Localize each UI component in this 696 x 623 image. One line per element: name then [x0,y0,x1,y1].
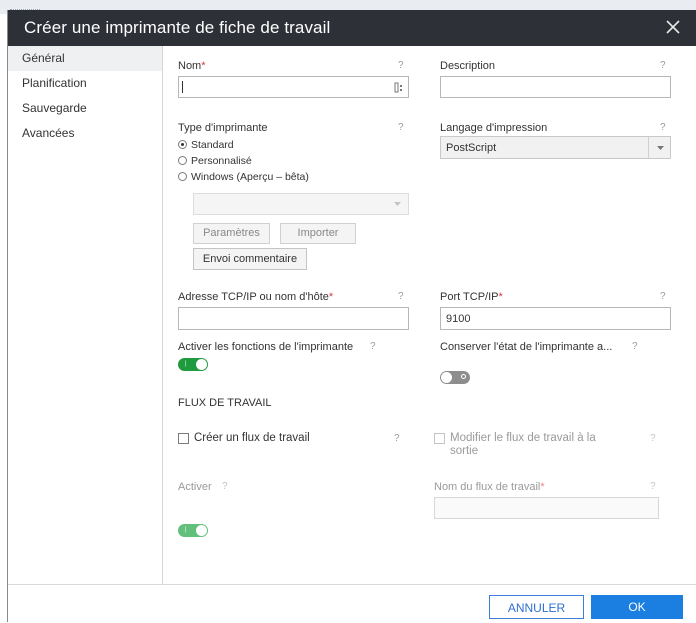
sidebar-item-planification[interactable]: Planification [8,71,162,96]
nom-label: Nom* [178,60,206,72]
dialog-footer: ANNULER OK [8,584,696,623]
help-icon[interactable]: ? [660,60,666,71]
print-language-label: Langage d'impression [440,122,548,134]
modify-workflow-label: Modifier le flux de travail à la sortie [450,432,596,457]
port-label-text: Port TCP/IP [440,291,499,303]
radio-windows-circle[interactable] [178,172,187,181]
port-input[interactable]: 9100 [440,307,671,330]
nom-label-text: Nom [178,60,202,72]
form-content: Nom* ? Description ? Type d'imprimante ?… [163,46,696,584]
activate-workflow-label: Activer [178,481,212,493]
ok-button[interactable]: OK [591,595,683,619]
required-mark: * [201,60,206,72]
help-icon[interactable]: ? [660,122,666,133]
enable-functions-toggle[interactable]: | [178,358,208,371]
modify-workflow-label-line1: Modifier le flux de travail à la [450,432,596,444]
dialog-header: Créer une imprimante de fiche de travail [8,10,696,46]
required-mark: * [540,481,545,493]
enable-functions-label: Activer les fonctions de l'imprimante [178,341,354,353]
help-icon[interactable]: ? [398,122,404,133]
help-icon[interactable]: ? [398,60,404,71]
radio-personnalise-circle[interactable] [178,156,187,165]
radio-standard[interactable]: Standard [178,138,234,151]
help-icon[interactable]: ? [632,341,638,352]
help-icon[interactable]: ? [394,433,400,444]
chevron-down-icon [394,202,401,206]
radio-personnalise[interactable]: Personnalisé [178,154,252,167]
sidebar: Général Planification Sauvegarde Avancée… [8,46,163,584]
help-icon: ? [222,481,228,492]
create-printer-dialog: Créer une imprimante de fiche de travail… [8,10,696,623]
keep-state-label: Conserver l'état de l'imprimante a... [440,341,613,353]
print-language-value: PostScript [446,142,497,154]
printer-type-label: Type d'imprimante [178,122,268,134]
help-icon[interactable]: ? [660,291,666,302]
radio-personnalise-label: Personnalisé [191,154,252,167]
cancel-button[interactable]: ANNULER [489,595,584,619]
background-ruler [10,3,40,10]
toggle-on-mark: | [185,527,187,533]
text-cursor [182,81,183,93]
password-manager-icon[interactable] [394,82,404,93]
toggle-knob [441,372,452,383]
workflow-name-label: Nom du flux de travail* [434,481,545,493]
modify-workflow-label-line2: sortie [450,445,479,457]
address-input[interactable] [178,307,409,330]
port-value: 9100 [446,313,471,325]
close-icon[interactable] [664,18,682,36]
toggle-knob [196,359,207,370]
help-icon: ? [650,433,656,444]
keep-state-toggle[interactable] [440,371,470,384]
help-icon[interactable]: ? [370,341,376,352]
activate-workflow-toggle: | [178,524,208,537]
modify-workflow-checkbox [434,433,445,444]
radio-windows-label: Windows (Aperçu – bêta) [191,170,309,183]
workflow-name-label-text: Nom du flux de travail [434,481,541,493]
radio-windows[interactable]: Windows (Aperçu – bêta) [178,170,309,183]
toggle-on-mark: | [185,361,187,367]
toggle-knob [196,525,207,536]
sidebar-item-sauvegarde[interactable]: Sauvegarde [8,96,162,121]
description-input[interactable] [440,76,671,98]
importer-button: Importer [280,223,356,244]
help-icon: ? [650,481,656,492]
dialog-title: Créer une imprimante de fiche de travail [24,18,331,37]
radio-standard-label: Standard [191,138,234,151]
windows-driver-select [193,193,409,215]
nom-input[interactable] [178,76,409,98]
port-label: Port TCP/IP* [440,291,503,303]
description-label: Description [440,60,496,72]
address-label: Adresse TCP/IP ou nom d'hôte* [178,291,333,303]
create-workflow-label: Créer un flux de travail [194,432,310,444]
chevron-down-icon[interactable] [657,146,664,151]
envoi-commentaire-button[interactable]: Envoi commentaire [193,248,307,270]
toggle-off-mark [461,374,466,379]
address-label-text: Adresse TCP/IP ou nom d'hôte [178,291,329,303]
sidebar-item-avancees[interactable]: Avancées [8,121,162,146]
help-icon[interactable]: ? [398,291,404,302]
workflow-section-title: FLUX DE TRAVAIL [178,397,272,409]
required-mark: * [328,291,334,303]
sidebar-item-general[interactable]: Général [8,46,162,71]
parametres-button: Paramètres [193,223,270,244]
workflow-name-input [434,497,659,519]
select-divider [648,137,649,158]
radio-standard-circle[interactable] [178,140,187,149]
print-language-select[interactable]: PostScript [440,136,671,159]
create-workflow-checkbox[interactable] [178,433,189,444]
required-mark: * [498,291,503,303]
